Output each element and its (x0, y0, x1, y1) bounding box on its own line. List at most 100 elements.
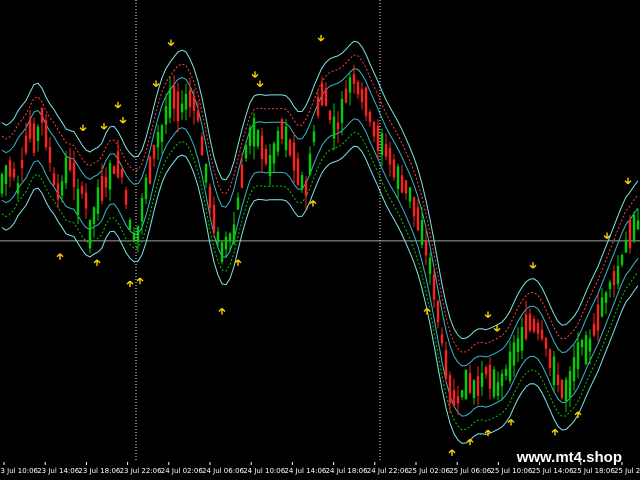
buy-arrow (423, 308, 431, 315)
candle-body (52, 173, 56, 186)
candle-body (584, 334, 588, 365)
candle-body (4, 165, 8, 184)
x-tick-label: 25 Jul 22:06 (614, 467, 640, 475)
x-tick-label: 23 Jul 18:06 (78, 467, 121, 475)
candle-body (428, 257, 432, 275)
candle-body (456, 396, 460, 404)
candle-body (232, 224, 236, 244)
candle-body (56, 183, 60, 200)
candle-body (400, 175, 404, 193)
candle-body (220, 242, 224, 263)
candle-body (364, 87, 368, 116)
chart-canvas: 23 Jul 10:06 23 Jul 14:06 23 Jul 18:06 23 J… (0, 0, 640, 475)
candle-body (260, 135, 264, 159)
x-tick-label: 24 Jul 14:06 (284, 467, 327, 475)
candle-body (16, 183, 20, 194)
sell-arrow (100, 123, 108, 130)
candle-body (144, 177, 148, 200)
candle-body (108, 162, 112, 190)
candle-body (308, 153, 312, 175)
x-tick-label: 25 Jul 02:06 (408, 467, 451, 475)
candle-body (8, 160, 12, 177)
candle-body (504, 368, 508, 376)
candle-body (332, 116, 336, 139)
candle-body (192, 95, 196, 111)
candle-body (416, 207, 420, 231)
candle-body (284, 126, 288, 151)
sell-arrow (119, 117, 127, 124)
buy-arrow (309, 200, 317, 207)
candle-body (40, 108, 44, 123)
x-tick-label: 23 Jul 22:06 (120, 467, 163, 475)
candle-body (12, 168, 16, 178)
sell-arrow (529, 262, 537, 269)
sell-arrow (317, 34, 325, 42)
candle-body (444, 350, 448, 380)
price-chart: 23 Jul 10:06 23 Jul 14:06 23 Jul 18:06 23 J… (0, 0, 640, 480)
candle-body (452, 390, 456, 407)
candle-body (404, 180, 408, 194)
candle-body (632, 214, 636, 242)
candle-body (280, 119, 284, 139)
buy-arrow (448, 449, 456, 456)
candle-body (520, 326, 524, 351)
candle-body (304, 181, 308, 196)
candle-body (24, 135, 28, 153)
candle-body (236, 197, 240, 210)
candle-body (76, 188, 80, 216)
candle-body (156, 132, 160, 148)
candle-body (32, 123, 36, 153)
x-tick-label: 24 Jul 22:06 (367, 467, 410, 475)
candle-body (28, 119, 32, 139)
candle-body (524, 314, 528, 340)
candle-body (268, 155, 272, 177)
candle-body (540, 329, 544, 339)
sell-arrow (167, 39, 175, 46)
buy-arrow (507, 418, 515, 426)
candle-body (312, 131, 316, 142)
candle-body (336, 122, 340, 130)
candle-body (128, 219, 132, 230)
candle-body (576, 342, 580, 369)
candle-body (36, 126, 40, 141)
buy-arrow (136, 277, 144, 285)
candle-body (592, 323, 596, 336)
candle-body (476, 376, 480, 396)
candle-body (240, 164, 244, 188)
candle-body (180, 103, 184, 113)
candle-body (44, 120, 48, 148)
sell-arrow (251, 71, 259, 78)
candle-body (344, 88, 348, 103)
candle-body (500, 373, 504, 387)
candle-body (392, 159, 396, 178)
candle-body (448, 374, 452, 404)
candle-body (276, 130, 280, 152)
sell-arrow (114, 101, 122, 109)
candle-body (564, 379, 568, 402)
candle-body (216, 231, 220, 243)
candle-body (140, 197, 144, 222)
candle-body (328, 110, 332, 120)
x-tick-label: 25 Jul 10:06 (490, 467, 533, 475)
candle-body (352, 73, 356, 84)
candle-body (160, 125, 164, 142)
candle-body (348, 77, 352, 93)
candle-body (48, 147, 52, 163)
sell-arrow (624, 177, 632, 185)
candle-body (300, 175, 304, 190)
candle-body (508, 351, 512, 381)
candle-body (148, 156, 152, 184)
candle-body (164, 106, 168, 125)
candle-body (360, 89, 364, 102)
x-tick-label: 24 Jul 10:06 (243, 467, 286, 475)
candle-body (100, 175, 104, 201)
candle-body (440, 334, 444, 344)
x-tick-label: 25 Jul 06:06 (449, 467, 492, 475)
candle-body (376, 125, 380, 151)
candle-body (188, 90, 192, 108)
candle-body (184, 93, 188, 110)
candle-body (224, 236, 228, 250)
candle-body (132, 232, 136, 242)
candle-body (588, 338, 592, 352)
candle-body (580, 340, 584, 347)
